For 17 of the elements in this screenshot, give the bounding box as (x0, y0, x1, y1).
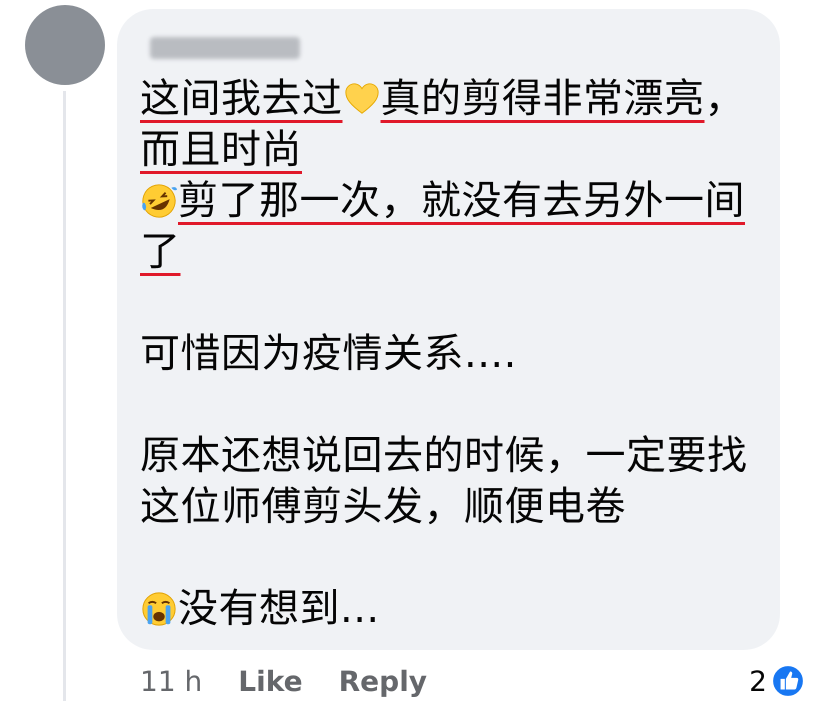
comment-text: 剪了那一次，就没有去另外一间 (178, 178, 745, 222)
reaction-count: 2 (749, 664, 767, 698)
thumbs-up-icon[interactable] (771, 664, 805, 698)
action-link[interactable]: Like (238, 664, 303, 698)
comment-text: 了 (140, 230, 180, 274)
comment-text: 真的剪得非常漂亮 (380, 76, 704, 120)
comment-text: 这位师傅剪头发，顺便电卷 (140, 484, 626, 528)
comment-text: 这间我去过 (140, 76, 342, 120)
crying-face-icon (140, 590, 178, 628)
comment-text: 原本还想说回去的时候，一定要找 (140, 434, 748, 478)
laughing-face-icon (140, 182, 178, 220)
timestamp: 11 h (140, 664, 202, 698)
comment-text: ， (704, 76, 745, 120)
comment-text: 可惜因为疫情关系.... (140, 332, 517, 376)
action-link[interactable]: Reply (338, 664, 428, 698)
comment-text: 没有想到... (178, 586, 380, 630)
comment-text: 而且时尚 (140, 128, 302, 172)
